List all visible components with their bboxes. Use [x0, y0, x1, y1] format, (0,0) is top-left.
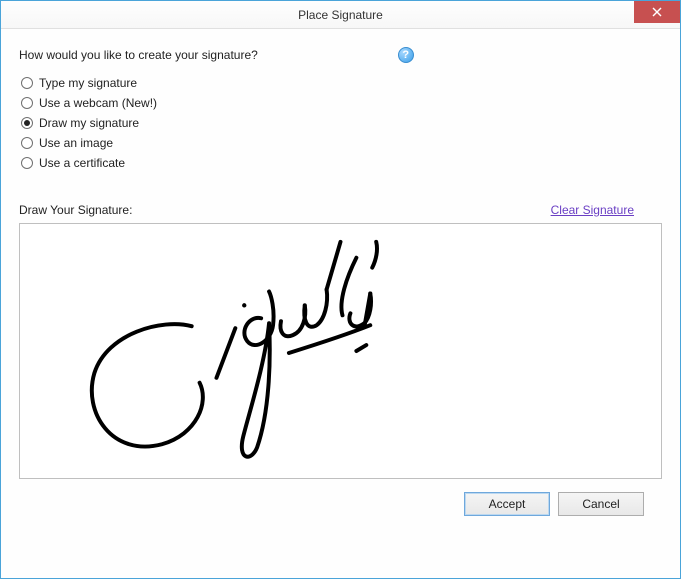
dialog-footer: Accept Cancel: [19, 479, 662, 529]
radio-icon: [21, 157, 33, 169]
radio-label: Use an image: [39, 136, 113, 150]
accept-button[interactable]: Accept: [464, 492, 550, 516]
radio-icon: [21, 97, 33, 109]
close-icon: [652, 7, 662, 17]
radio-use-certificate[interactable]: Use a certificate: [19, 153, 662, 173]
signature-drawing: [20, 224, 661, 478]
signature-canvas[interactable]: [19, 223, 662, 479]
close-button[interactable]: [634, 1, 680, 23]
radio-icon: [21, 137, 33, 149]
radio-label: Use a webcam (New!): [39, 96, 157, 110]
radio-type-signature[interactable]: Type my signature: [19, 73, 662, 93]
radio-use-image[interactable]: Use an image: [19, 133, 662, 153]
radio-icon: [21, 117, 33, 129]
help-icon[interactable]: ?: [398, 47, 414, 63]
draw-your-signature-label: Draw Your Signature:: [19, 203, 132, 217]
radio-icon: [21, 77, 33, 89]
cancel-button[interactable]: Cancel: [558, 492, 644, 516]
radio-label: Type my signature: [39, 76, 137, 90]
dialog-content: How would you like to create your signat…: [1, 29, 680, 578]
clear-signature-link[interactable]: Clear Signature: [551, 203, 634, 217]
dialog-window: Place Signature How would you like to cr…: [0, 0, 681, 579]
prompt-row: How would you like to create your signat…: [19, 47, 662, 63]
draw-header: Draw Your Signature: Clear Signature: [19, 203, 662, 217]
radio-label: Use a certificate: [39, 156, 125, 170]
radio-draw-signature[interactable]: Draw my signature: [19, 113, 662, 133]
titlebar: Place Signature: [1, 1, 680, 29]
window-title: Place Signature: [298, 8, 383, 22]
prompt-text: How would you like to create your signat…: [19, 48, 258, 62]
radio-use-webcam[interactable]: Use a webcam (New!): [19, 93, 662, 113]
radio-label: Draw my signature: [39, 116, 139, 130]
